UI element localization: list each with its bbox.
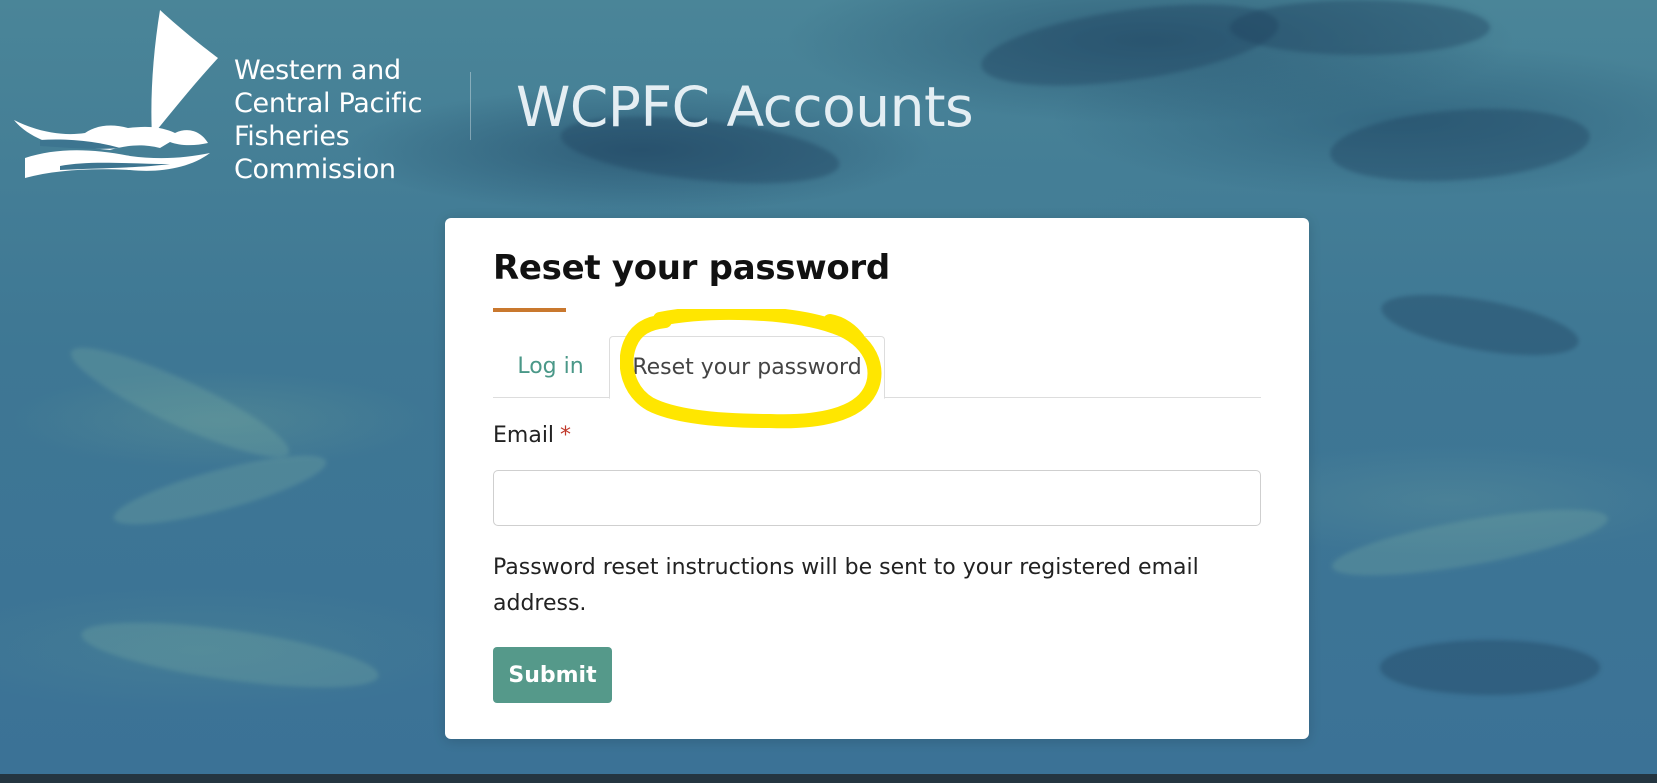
- organization-name-line: Commission: [234, 154, 396, 185]
- title-accent-underline: [493, 308, 566, 312]
- help-text: Password reset instructions will be sent…: [493, 555, 1199, 616]
- email-label-text: Email: [493, 423, 555, 448]
- tab-log-in[interactable]: Log in: [493, 336, 608, 398]
- sail-and-fish-icon[interactable]: [10, 8, 225, 183]
- required-marker: *: [560, 423, 572, 448]
- organization-name-line: Western and: [234, 55, 401, 86]
- reset-password-card: Reset your password Log in Reset your pa…: [445, 218, 1309, 739]
- organization-name: Western and Central Pacific Fisheries Co…: [234, 54, 423, 186]
- site-title[interactable]: WCPFC Accounts: [516, 72, 974, 142]
- email-label: Email *: [493, 423, 571, 448]
- organization-name-line: Central Pacific: [234, 88, 423, 119]
- tab-reset-password[interactable]: Reset your password: [609, 336, 885, 399]
- organization-name-line: Fisheries: [234, 121, 350, 152]
- background-fish: [1380, 640, 1600, 695]
- site-header: Western and Central Pacific Fisheries Co…: [0, 0, 1657, 200]
- footer-bar: [0, 774, 1657, 783]
- email-field[interactable]: [493, 470, 1261, 526]
- auth-tabs: Log in Reset your password: [493, 336, 1261, 399]
- page-title: Reset your password: [493, 248, 890, 288]
- submit-button[interactable]: Submit: [493, 647, 612, 703]
- header-divider: [470, 72, 471, 140]
